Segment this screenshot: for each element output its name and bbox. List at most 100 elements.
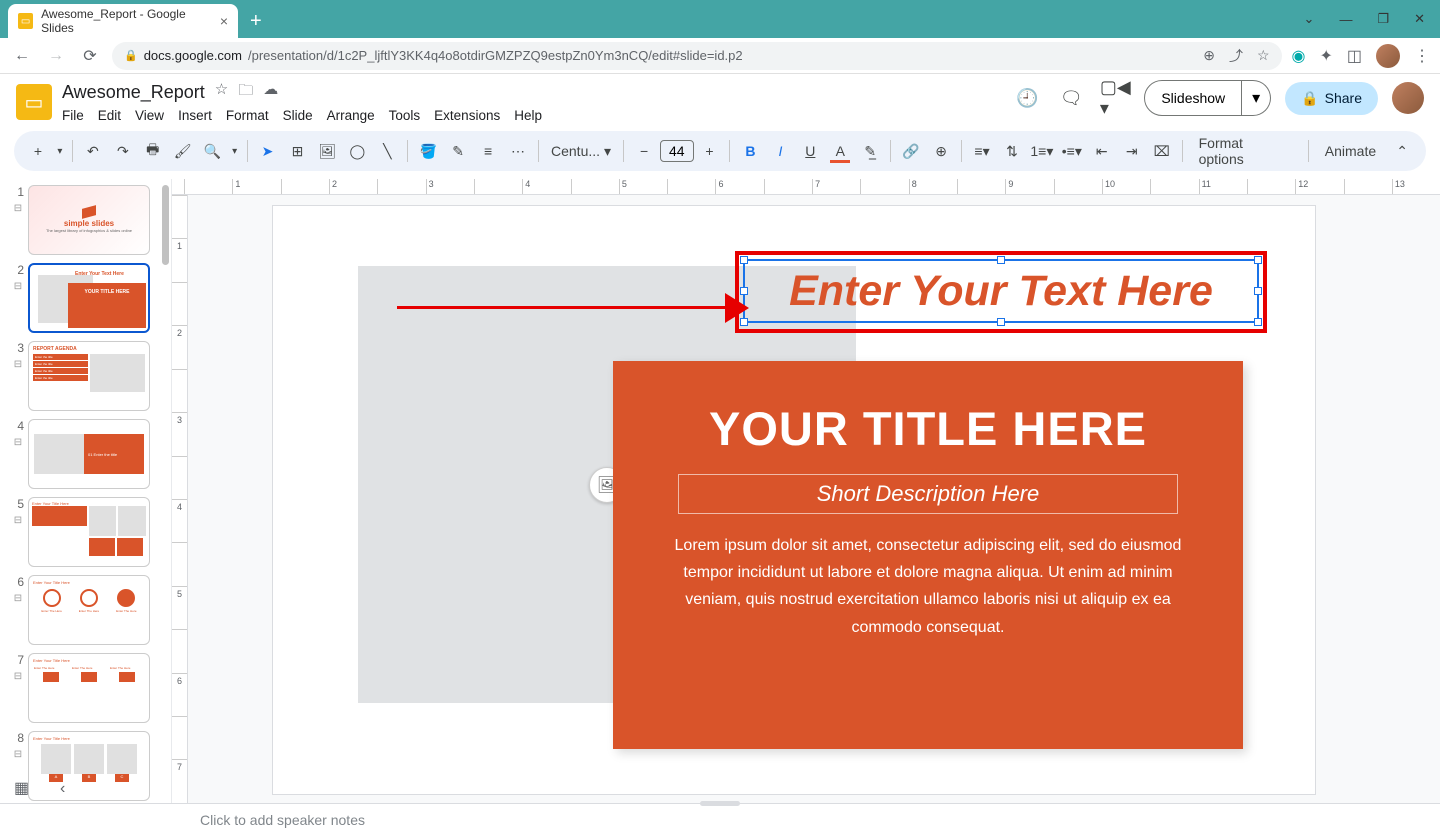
resize-handle[interactable] [1254, 256, 1262, 264]
menu-file[interactable]: File [62, 108, 84, 123]
share-url-icon[interactable]: ⤴ [1229, 46, 1243, 66]
italic-button[interactable]: I [766, 137, 794, 165]
underline-button[interactable]: U [796, 137, 824, 165]
speaker-notes-resize-handle[interactable] [700, 801, 740, 806]
slide-thumbnail-2[interactable]: Enter Your Text Here YOUR TITLE HERE [28, 263, 150, 333]
menu-view[interactable]: View [135, 108, 164, 123]
undo-icon[interactable]: ↶ [79, 137, 107, 165]
resize-handle[interactable] [1254, 318, 1262, 326]
slide-thumbnail-8[interactable]: Enter Your Title Here ABC [28, 731, 150, 801]
line-icon[interactable]: ╲ [373, 137, 401, 165]
fill-color-icon[interactable]: 🪣 [414, 137, 442, 165]
slides-logo[interactable]: ▭ [16, 84, 52, 120]
align-icon[interactable]: ≡▾ [968, 137, 996, 165]
history-icon[interactable]: 🕘 [1012, 83, 1042, 113]
menu-help[interactable]: Help [514, 108, 542, 123]
comments-icon[interactable]: 🗨 [1056, 83, 1086, 113]
extensions-icon[interactable]: ✦ [1319, 46, 1332, 66]
font-size-input[interactable]: 44 [660, 140, 694, 162]
border-color-icon[interactable]: ✎ [444, 137, 472, 165]
move-icon[interactable]: 🗀 [238, 80, 253, 105]
side-panel-icon[interactable]: ◫ [1347, 46, 1362, 66]
toolbar-expand-icon[interactable]: ⌃ [1388, 137, 1416, 165]
cloud-status-icon[interactable]: ☁ [263, 80, 278, 105]
slide-title[interactable]: YOUR TITLE HERE [663, 401, 1193, 456]
grid-view-icon[interactable]: ▦ [14, 778, 29, 798]
reload-icon[interactable]: ⟳ [78, 46, 102, 66]
slide-body[interactable]: Lorem ipsum dolor sit amet, consectetur … [663, 532, 1193, 641]
slide-thumbnail-4[interactable]: 01 Enter the title [28, 419, 150, 489]
scrollbar[interactable] [162, 185, 169, 265]
slide-subtitle[interactable]: Short Description Here [678, 474, 1178, 514]
meet-icon[interactable]: ▢◀ ▾ [1100, 83, 1130, 113]
speaker-notes-placeholder[interactable]: Click to add speaker notes [200, 812, 365, 828]
bold-button[interactable]: B [736, 137, 764, 165]
redo-icon[interactable]: ↷ [109, 137, 137, 165]
doc-title[interactable]: Awesome_Report [62, 82, 205, 103]
font-size-increase[interactable]: + [696, 137, 724, 165]
share-button[interactable]: 🔒 Share [1285, 82, 1378, 115]
close-window-icon[interactable]: ✕ [1414, 11, 1425, 27]
slide-filmstrip[interactable]: 1⊟ simple slides The largest library of … [0, 179, 172, 803]
chevron-down-icon[interactable]: ⌄ [1304, 11, 1315, 27]
profile-avatar[interactable] [1376, 44, 1400, 68]
clear-formatting-icon[interactable]: ⌧ [1148, 137, 1176, 165]
menu-insert[interactable]: Insert [178, 108, 212, 123]
zoom-dropdown[interactable]: ▾ [229, 137, 241, 165]
font-select[interactable]: Centu... ▾ [545, 143, 617, 160]
menu-format[interactable]: Format [226, 108, 269, 123]
textbox-text[interactable]: Enter Your Text Here [789, 267, 1213, 316]
new-slide-dropdown[interactable]: ▾ [54, 137, 66, 165]
menu-edit[interactable]: Edit [98, 108, 121, 123]
menu-extensions[interactable]: Extensions [434, 108, 500, 123]
extension-icon[interactable]: ◉ [1292, 46, 1306, 66]
bookmark-icon[interactable]: ☆ [1257, 47, 1270, 64]
slideshow-button[interactable]: Slideshow [1144, 80, 1242, 116]
indent-decrease-icon[interactable]: ⇤ [1088, 137, 1116, 165]
select-tool-icon[interactable]: ➤ [254, 137, 282, 165]
slide-thumbnail-5[interactable]: Enter Your Title Here [28, 497, 150, 567]
insert-link-icon[interactable]: 🔗 [897, 137, 925, 165]
slide-thumbnail-3[interactable]: REPORT AGENDA Enter the title Enter the … [28, 341, 150, 411]
border-dash-icon[interactable]: ⋯ [504, 137, 532, 165]
slide-thumbnail-6[interactable]: Enter Your Title Here Enter The HereEnte… [28, 575, 150, 645]
zoom-icon[interactable]: ⊕ [1203, 47, 1215, 64]
forward-icon[interactable]: → [44, 47, 68, 65]
slideshow-dropdown[interactable]: ▾ [1242, 80, 1271, 116]
menu-slide[interactable]: Slide [283, 108, 313, 123]
collapse-filmstrip-icon[interactable]: ‹ [60, 780, 65, 798]
print-icon[interactable]: 🖶 [139, 137, 167, 165]
bulleted-list-icon[interactable]: •≡▾ [1058, 137, 1086, 165]
highlight-color-button[interactable]: ✎̲ [856, 137, 884, 165]
numbered-list-icon[interactable]: 1≡▾ [1028, 137, 1056, 165]
textbox-icon[interactable]: ⊞ [284, 137, 312, 165]
kebab-menu-icon[interactable]: ⋮ [1414, 46, 1430, 66]
resize-handle[interactable] [997, 318, 1005, 326]
slide-thumbnail-7[interactable]: Enter Your Title Here Enter The HereEnte… [28, 653, 150, 723]
format-options-button[interactable]: Format options [1189, 135, 1302, 167]
speaker-notes[interactable]: Click to add speaker notes [0, 803, 1440, 835]
add-comment-icon[interactable]: ⊕ [927, 137, 955, 165]
slide-thumbnail-1[interactable]: simple slides The largest library of inf… [28, 185, 150, 255]
font-size-decrease[interactable]: − [630, 137, 658, 165]
border-weight-icon[interactable]: ≡ [474, 137, 502, 165]
paint-format-icon[interactable]: 🖌 [169, 137, 197, 165]
minimize-icon[interactable]: — [1339, 12, 1352, 27]
star-icon[interactable]: ☆ [215, 80, 228, 105]
line-spacing-icon[interactable]: ⇅ [998, 137, 1026, 165]
menu-tools[interactable]: Tools [389, 108, 421, 123]
back-icon[interactable]: ← [10, 47, 34, 65]
animate-button[interactable]: Animate [1315, 143, 1386, 159]
new-tab-button[interactable]: + [238, 10, 274, 33]
text-color-button[interactable]: A [826, 137, 854, 165]
image-icon[interactable]: 🖼 [313, 137, 341, 165]
maximize-icon[interactable]: ❐ [1377, 11, 1389, 27]
account-avatar[interactable] [1392, 82, 1424, 114]
selected-textbox[interactable]: Enter Your Text Here [743, 259, 1259, 323]
close-tab-icon[interactable]: × [220, 13, 228, 29]
url-bar[interactable]: 🔒 docs.google.com/presentation/d/1c2P_lj… [112, 42, 1282, 70]
new-slide-button[interactable]: + [24, 137, 52, 165]
indent-increase-icon[interactable]: ⇥ [1118, 137, 1146, 165]
resize-handle[interactable] [1254, 287, 1262, 295]
shape-icon[interactable]: ◯ [343, 137, 371, 165]
